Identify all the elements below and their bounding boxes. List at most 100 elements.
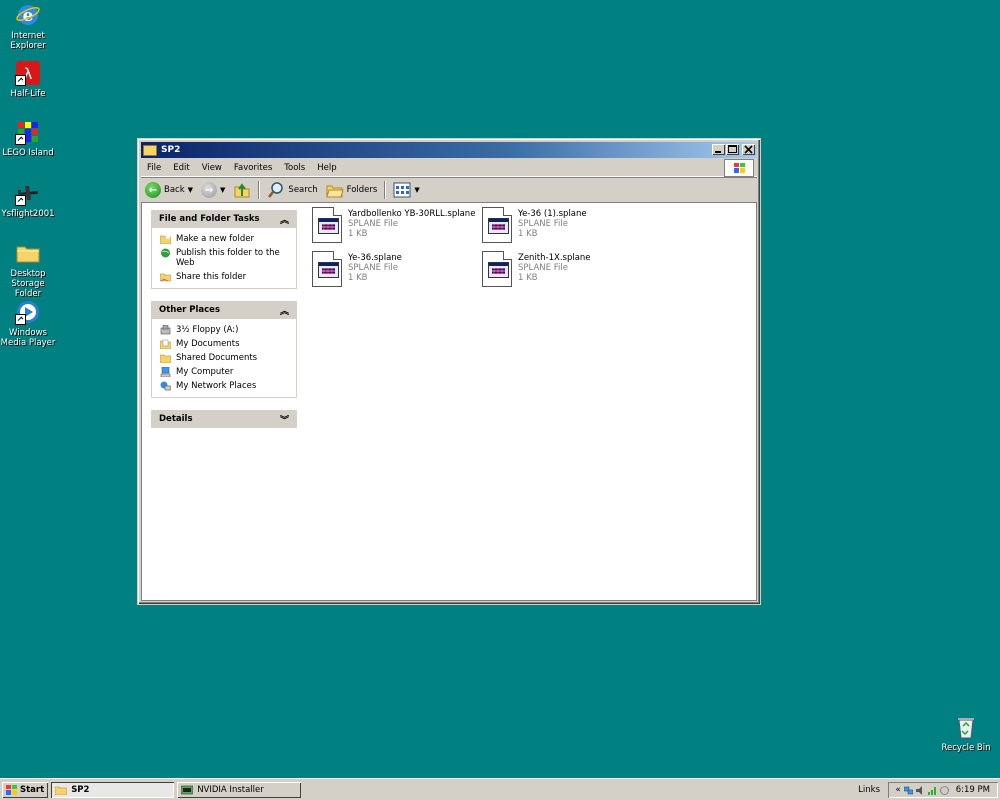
panel-title: Other Places: [159, 305, 220, 315]
panel-title: File and Folder Tasks: [159, 214, 260, 224]
shortcut-arrow-icon: [15, 134, 26, 145]
toolbar-separator: [384, 181, 387, 199]
details-panel: Details ︾: [151, 410, 297, 428]
file-item[interactable]: Yardbollenko YB-30RLL.splane SPLANE File…: [312, 207, 475, 243]
panel-header[interactable]: Details ︾: [151, 410, 297, 428]
desktop-icon-internet-explorer[interactable]: e Internet Explorer: [0, 2, 59, 51]
system-tray: Links « 6:19 PM: [858, 782, 998, 798]
file-folder-tasks-panel: File and Folder Tasks ︽ Make a new folde…: [151, 210, 297, 289]
menu-help[interactable]: Help: [311, 163, 342, 173]
title-bar[interactable]: SP2: [141, 142, 757, 158]
place-my-network-places[interactable]: My Network Places: [160, 379, 288, 393]
desktop-icon-ysflight[interactable]: Ysflight2001: [0, 180, 59, 219]
desktop-icon-recycle-bin[interactable]: Recycle Bin: [935, 714, 997, 753]
forward-button[interactable]: → ▼: [197, 179, 229, 201]
place-my-documents[interactable]: My Documents: [160, 337, 288, 351]
links-toolbar[interactable]: Links: [858, 785, 880, 795]
toolbar-separator: [258, 181, 261, 199]
task-label: Publish this folder to the Web: [176, 248, 280, 268]
file-size: 1 KB: [348, 273, 368, 283]
file-item[interactable]: Ye-36 (1).splane SPLANE File 1 KB: [482, 207, 587, 243]
collapse-chevron-icon[interactable]: ︽: [280, 213, 289, 226]
back-arrow-icon: ←: [145, 182, 161, 198]
menu-edit[interactable]: Edit: [167, 163, 195, 173]
splane-file-icon: [312, 251, 342, 287]
place-label: My Documents: [176, 339, 240, 349]
floppy-drive-icon: [160, 325, 171, 335]
close-button[interactable]: [742, 144, 755, 155]
taskbar-item-nvidia-installer[interactable]: NVIDIA Installer: [177, 782, 301, 798]
airplane-icon: [15, 180, 41, 206]
media-player-icon: [15, 299, 41, 325]
folders-button[interactable]: Folders: [322, 179, 382, 201]
notification-area: « 6:19 PM: [888, 782, 998, 798]
folders-icon: [325, 185, 344, 198]
chevron-down-icon: ▼: [187, 186, 194, 194]
menu-favorites[interactable]: Favorites: [228, 163, 278, 173]
desktop-icon-lego-island[interactable]: LEGO Island: [0, 119, 59, 158]
show-hidden-icons-button[interactable]: «: [896, 785, 901, 795]
menu-view[interactable]: View: [196, 163, 228, 173]
folder-content: File and Folder Tasks ︽ Make a new folde…: [141, 202, 757, 601]
task-pane: File and Folder Tasks ︽ Make a new folde…: [151, 210, 297, 440]
back-label: Back: [164, 185, 185, 195]
taskbar-item-sp2[interactable]: SP2: [51, 781, 175, 798]
collapse-chevron-icon[interactable]: ︽: [280, 304, 289, 317]
panel-header[interactable]: Other Places ︽: [151, 301, 297, 319]
menu-file[interactable]: File: [141, 163, 167, 173]
desktop-icon-label: Ysflight2001: [1, 209, 55, 219]
signal-icon[interactable]: [927, 786, 937, 795]
panel-title: Details: [159, 414, 193, 424]
maximize-button[interactable]: [726, 144, 739, 155]
place-shared-documents[interactable]: Shared Documents: [160, 351, 288, 365]
up-folder-button[interactable]: [229, 179, 255, 201]
folder-icon: [55, 786, 68, 795]
half-life-icon: λ: [15, 60, 41, 86]
place-label: 3½ Floppy (A:): [176, 325, 239, 335]
task-label: Share this folder: [176, 272, 247, 282]
chevron-down-icon: ▼: [220, 186, 226, 194]
place-label: Shared Documents: [176, 353, 258, 363]
task-publish-to-web[interactable]: Publish this folder to the Web: [160, 246, 288, 270]
place-my-computer[interactable]: My Computer: [160, 365, 288, 379]
security-icon[interactable]: [939, 785, 949, 795]
views-button[interactable]: ▼: [389, 179, 423, 201]
chevron-down-icon: ▼: [414, 186, 420, 194]
search-label: Search: [288, 185, 318, 195]
minimize-button[interactable]: [712, 144, 725, 155]
search-button[interactable]: Search: [263, 179, 321, 201]
file-item[interactable]: Zenith-1X.splane SPLANE File 1 KB: [482, 251, 591, 287]
lego-island-icon: [15, 119, 41, 145]
file-name: Zenith-1X.splane: [518, 253, 591, 263]
expand-chevron-icon[interactable]: ︾: [280, 413, 289, 426]
desktop-icon-half-life[interactable]: λ Half-Life: [0, 60, 59, 99]
file-size: 1 KB: [348, 229, 368, 239]
new-folder-icon: [160, 235, 171, 244]
other-places-panel: Other Places ︽ 3½ Floppy (A:) My Documen…: [151, 301, 297, 398]
shortcut-arrow-icon: [15, 75, 26, 86]
start-label: Start: [20, 784, 45, 795]
file-item[interactable]: Ye-36.splane SPLANE File 1 KB: [312, 251, 402, 287]
views-icon: [393, 182, 411, 198]
globe-icon: [161, 248, 170, 258]
share-folder-icon: [160, 273, 171, 282]
task-share-folder[interactable]: Share this folder: [160, 270, 288, 284]
panel-header[interactable]: File and Folder Tasks ︽: [151, 210, 297, 228]
network-tray-icon[interactable]: [903, 786, 913, 795]
up-folder-icon: [234, 183, 250, 198]
internet-explorer-icon: e: [15, 2, 41, 28]
start-button[interactable]: Start: [2, 782, 48, 798]
shortcut-arrow-icon: [15, 195, 26, 206]
volume-icon[interactable]: [915, 785, 925, 795]
menu-tools[interactable]: Tools: [278, 163, 311, 173]
place-floppy[interactable]: 3½ Floppy (A:): [160, 323, 288, 337]
file-type: SPLANE File: [518, 219, 568, 229]
task-make-new-folder[interactable]: Make a new folder: [160, 232, 288, 246]
window-title: SP2: [161, 145, 181, 155]
back-button[interactable]: ← Back ▼: [141, 179, 197, 201]
file-type: SPLANE File: [348, 219, 398, 229]
clock[interactable]: 6:19 PM: [956, 785, 990, 795]
desktop-icon-storage-folder[interactable]: Desktop Storage Folder: [0, 240, 59, 299]
desktop-icon-label: Half-Life: [10, 89, 46, 99]
desktop-icon-media-player[interactable]: Windows Media Player: [0, 299, 59, 348]
